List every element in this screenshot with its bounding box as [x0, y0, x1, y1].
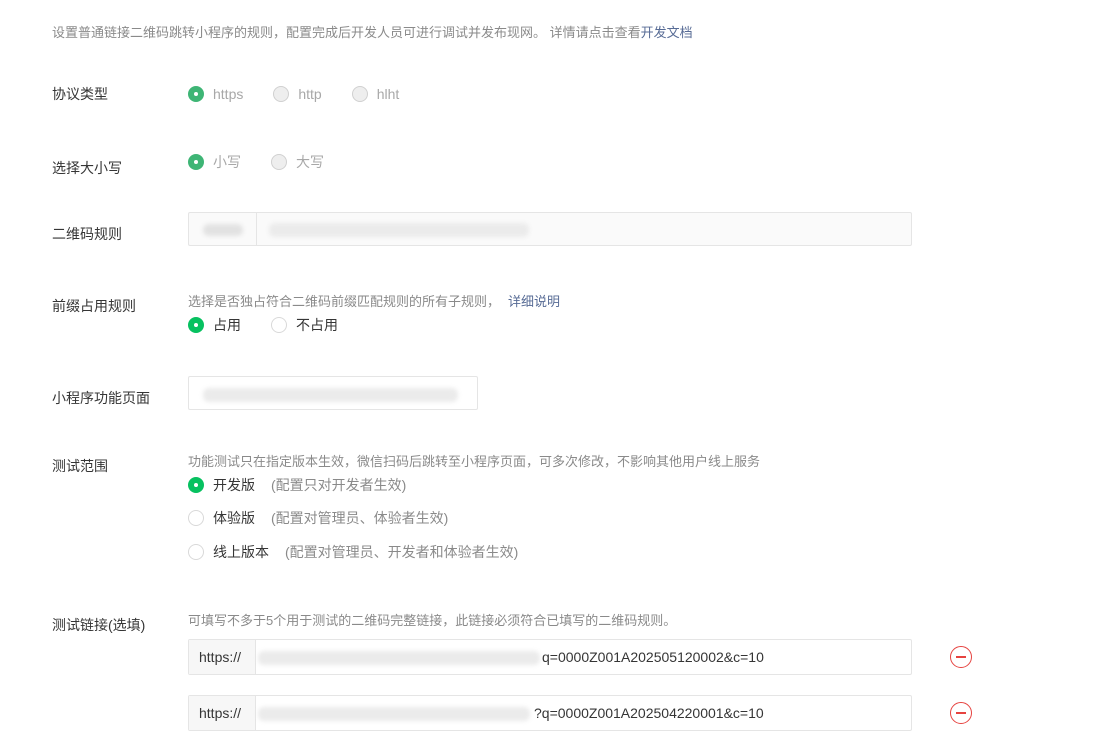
redacted-text: [203, 388, 458, 402]
prefix-option-label: 占用: [213, 317, 241, 333]
test-links-label: 测试链接(选填): [52, 617, 146, 633]
protocol-option-label: http: [298, 86, 322, 102]
details-link[interactable]: 详细说明: [508, 294, 560, 309]
radio-unchecked-icon: [351, 86, 368, 102]
test-link-input[interactable]: https:// q=0000Z001A202505120002&c=10: [188, 639, 912, 675]
protocol-radio-group: https http hlht: [188, 86, 429, 102]
protocol-option-label: https: [213, 86, 244, 102]
prefix-option-not-occupy[interactable]: 不占用: [271, 315, 338, 335]
test-link-url[interactable]: q=0000Z001A202505120002&c=10: [256, 640, 911, 674]
radio-unchecked-icon: [273, 86, 290, 102]
protocol-option-hlht[interactable]: hlht: [351, 86, 400, 102]
case-option-lower[interactable]: 小写: [188, 152, 241, 172]
test-links-hint: 可填写不多于5个用于测试的二维码完整链接，此链接必须符合已填写的二维码规则。: [188, 613, 677, 628]
radio-checked-icon: [188, 154, 204, 170]
prefix-rule-hint-text: 选择是否独占符合二维码前缀匹配规则的所有子规则，: [188, 294, 501, 309]
test-link-input[interactable]: https:// ?q=0000Z001A202504220001&c=10: [188, 695, 912, 731]
scope-option-note: (配置对管理员、体验者生效): [271, 510, 449, 526]
dev-docs-link[interactable]: 开发文档: [641, 25, 693, 40]
protocol-option-label: hlht: [376, 86, 400, 102]
qr-rule-label: 二维码规则: [52, 226, 122, 242]
protocol-option-https[interactable]: https: [188, 86, 243, 102]
radio-unchecked-icon: [271, 154, 287, 170]
scope-option-name: 线上版本: [213, 544, 269, 560]
prefix-option-occupy[interactable]: 占用: [188, 315, 241, 335]
qr-rule-prefix-cell: [189, 213, 257, 245]
case-radio-group: 小写 大写: [188, 152, 354, 172]
mini-page-label: 小程序功能页面: [52, 390, 150, 406]
qr-rule-field[interactable]: [188, 212, 912, 246]
case-option-label: 大写: [296, 154, 324, 170]
redacted-text: [258, 707, 530, 721]
scope-option-name: 开发版: [213, 477, 255, 493]
test-scope-label: 测试范围: [52, 458, 108, 474]
mini-page-field[interactable]: [188, 376, 478, 410]
test-link-url[interactable]: ?q=0000Z001A202504220001&c=10: [256, 696, 911, 730]
scope-option-note: (配置对管理员、开发者和体验者生效): [285, 544, 519, 560]
redacted-text: [269, 223, 529, 237]
remove-link-icon[interactable]: [950, 702, 972, 724]
case-option-label: 小写: [213, 154, 241, 170]
radio-unchecked-icon: [188, 510, 204, 526]
protocol-option-http[interactable]: http: [273, 86, 322, 102]
protocol-label: 协议类型: [52, 86, 108, 102]
test-link-protocol: https://: [189, 696, 256, 730]
radio-unchecked-icon: [188, 544, 204, 560]
prefix-rule-label: 前缀占用规则: [52, 298, 136, 314]
prefix-option-label: 不占用: [296, 317, 338, 333]
intro-text: 设置普通链接二维码跳转小程序的规则，配置完成后开发人员可进行调试并发布现网。 详…: [52, 25, 641, 40]
radio-checked-icon: [188, 317, 204, 333]
scope-option-release[interactable]: 线上版本 (配置对管理员、开发者和体验者生效): [188, 542, 518, 562]
remove-link-icon[interactable]: [950, 646, 972, 668]
page-intro: 设置普通链接二维码跳转小程序的规则，配置完成后开发人员可进行调试并发布现网。 详…: [52, 22, 693, 41]
redacted-text: [203, 224, 243, 236]
scope-option-name: 体验版: [213, 510, 255, 526]
scope-option-note: (配置只对开发者生效): [271, 477, 407, 493]
test-link-protocol: https://: [189, 640, 256, 674]
test-scope-hint: 功能测试只在指定版本生效，微信扫码后跳转至小程序页面，可多次修改，不影响其他用户…: [188, 454, 761, 469]
scope-option-dev[interactable]: 开发版 (配置只对开发者生效): [188, 475, 406, 495]
test-link-tail: q=0000Z001A202505120002&c=10: [542, 649, 764, 665]
radio-checked-icon: [188, 86, 204, 102]
prefix-radio-group: 占用 不占用: [188, 315, 368, 335]
radio-checked-icon: [188, 477, 204, 493]
case-label: 选择大小写: [52, 160, 122, 176]
scope-option-trial[interactable]: 体验版 (配置对管理员、体验者生效): [188, 508, 448, 528]
test-link-tail: ?q=0000Z001A202504220001&c=10: [534, 705, 764, 721]
case-option-upper[interactable]: 大写: [271, 152, 324, 172]
radio-unchecked-icon: [271, 317, 287, 333]
prefix-rule-hint: 选择是否独占符合二维码前缀匹配规则的所有子规则， 详细说明: [188, 291, 560, 310]
redacted-text: [258, 651, 540, 665]
